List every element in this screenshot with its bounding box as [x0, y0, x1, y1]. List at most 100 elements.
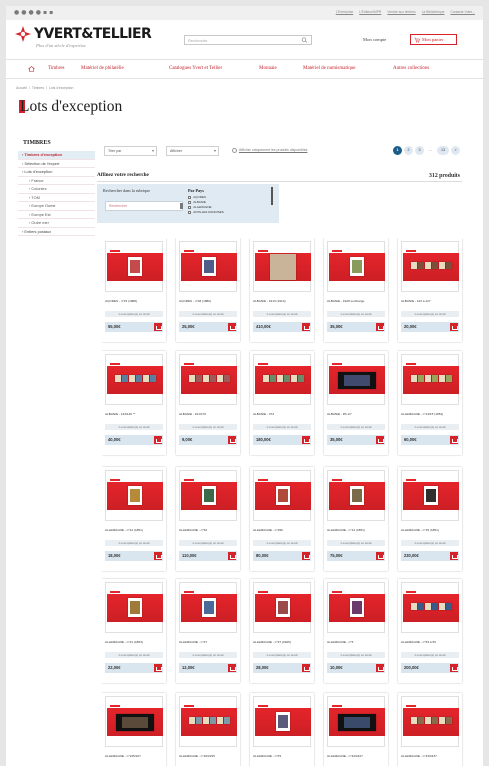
- product-name[interactable]: ALLEMAGNE - n°433/437: [401, 754, 459, 759]
- product-card[interactable]: ALLEMAGNE - n°97 (1905) 1 exemplaire(s) e…: [250, 579, 314, 683]
- product-image[interactable]: [105, 354, 163, 405]
- nav-item-catalogues[interactable]: Catalogues Yvert et Tellier: [169, 65, 222, 73]
- per-page-select[interactable]: Afficher: [166, 146, 219, 156]
- youtube-icon[interactable]: ▪: [43, 9, 47, 17]
- product-image[interactable]: [401, 582, 459, 633]
- product-card[interactable]: ALLEMAGNE - n°15 (1851) 1 exemplaire(s) e…: [398, 467, 462, 571]
- product-name[interactable]: ALBANIE - 161/170: [179, 412, 237, 417]
- search-input[interactable]: [188, 36, 293, 44]
- product-card[interactable]: ALLEMAGNE - n°14 (1851) 1 exemplaire(s) e…: [324, 467, 388, 571]
- product-card[interactable]: ALLEMAGNE - n°14/15 (1851) 1 exemplaire(s…: [398, 351, 462, 455]
- product-card[interactable]: ALLEMAGNE - n°27 1 exemplaire(s) en stock…: [176, 579, 240, 683]
- search-icon[interactable]: [301, 37, 309, 43]
- nav-item-materiel-numismatique[interactable]: Matériel de numismatique: [303, 65, 356, 73]
- pinterest-icon[interactable]: ●: [29, 9, 34, 17]
- nav-item-materiel-philatelie[interactable]: Matériel de philatélie: [81, 65, 124, 73]
- country-option[interactable]: ANTILLES DANOISES: [188, 210, 224, 215]
- add-to-cart-button[interactable]: [228, 323, 236, 331]
- in-stock-label[interactable]: Afficher uniquement les produits disponi…: [239, 148, 307, 153]
- product-card[interactable]: ALLEMAGNE - n°12 (1851) 1 exemplaire(s) e…: [102, 467, 166, 571]
- add-to-cart-button[interactable]: [154, 323, 162, 331]
- product-name[interactable]: AÇORES - n°48 (1880): [179, 299, 237, 304]
- add-to-cart-button[interactable]: [376, 436, 384, 444]
- country-scrollbar[interactable]: [271, 187, 273, 205]
- cart-button[interactable]: Mon panier: [410, 34, 457, 45]
- product-card[interactable]: ALBANIE - 1913 (1913) 1 exemplaire(s) en …: [250, 238, 314, 342]
- product-name[interactable]: ALBANIE - 373: [253, 412, 311, 417]
- product-name[interactable]: ALBANIE - 1928 surcharge: [327, 299, 385, 304]
- product-card[interactable]: ALBANIE - 1928 surcharge 1 exemplaire(s) …: [324, 238, 388, 342]
- product-name[interactable]: ALLEMAGNE - n°97 (1905): [253, 640, 311, 645]
- product-image[interactable]: [179, 582, 237, 633]
- sidebar-item[interactable]: › Europe Ouest: [18, 202, 95, 211]
- add-to-cart-button[interactable]: [302, 323, 310, 331]
- add-to-cart-button[interactable]: [228, 436, 236, 444]
- product-name[interactable]: ALBANIE - PA 1/7: [327, 412, 385, 417]
- product-image[interactable]: [401, 354, 459, 405]
- facebook-icon[interactable]: ●: [14, 9, 19, 17]
- product-image[interactable]: [179, 470, 237, 521]
- product-image[interactable]: [401, 470, 459, 521]
- country-checkbox[interactable]: [188, 205, 192, 210]
- product-image[interactable]: [327, 470, 385, 521]
- product-name[interactable]: ALLEMAGNE - n°12 (1851): [105, 528, 163, 533]
- product-name[interactable]: ALLEMAGNE - n°52: [179, 528, 237, 533]
- breadcrumb-item[interactable]: Timbres: [32, 86, 44, 91]
- product-card[interactable]: ALLEMAGNE - n°290 1 exemplaire(s) en stoc…: [250, 467, 314, 571]
- add-to-cart-button[interactable]: [228, 664, 236, 672]
- page-2[interactable]: 2: [404, 146, 413, 155]
- product-image[interactable]: [327, 354, 385, 405]
- product-name[interactable]: ALLEMAGNE - n°15 (1851): [401, 528, 459, 533]
- product-card[interactable]: ALLEMAGNE - n°423/4271 exemplaire(s) en …: [324, 693, 388, 766]
- product-image[interactable]: [179, 696, 237, 747]
- add-to-cart-button[interactable]: [450, 552, 458, 560]
- sidebar-item[interactable]: › France: [18, 177, 95, 185]
- add-to-cart-button[interactable]: [302, 436, 310, 444]
- product-name[interactable]: ALLEMAGNE - n°21 (1863): [105, 640, 163, 645]
- sidebar-item[interactable]: › Europe Est: [18, 211, 95, 219]
- top-link[interactable]: Vendre aux timbres: [387, 10, 415, 15]
- product-name[interactable]: ALLEMAGNE - n°53 à 56: [401, 640, 459, 645]
- product-card[interactable]: ALLEMAGNE - n°5 1 exemplaire(s) en stock 1…: [324, 579, 388, 683]
- sidebar-item[interactable]: › Sélection de l'expert: [18, 160, 95, 168]
- add-to-cart-button[interactable]: [154, 664, 162, 672]
- add-to-cart-button[interactable]: [450, 436, 458, 444]
- product-image[interactable]: [253, 696, 311, 747]
- product-card[interactable]: ALBANIE - 161/170 1 exemplaire(s) en stoc…: [176, 351, 240, 455]
- product-name[interactable]: ALLEMAGNE - n°14 (1851): [327, 528, 385, 533]
- add-to-cart-button[interactable]: [228, 552, 236, 560]
- product-name[interactable]: ALBANIE - 1913 (1913): [253, 299, 311, 304]
- account-link[interactable]: Mon compte: [363, 37, 386, 43]
- product-card[interactable]: ALLEMAGNE - n°105/1071 exemplaire(s) en …: [102, 693, 166, 766]
- product-image[interactable]: [105, 241, 163, 292]
- sidebar-item[interactable]: › TOM: [18, 194, 95, 202]
- product-image[interactable]: [253, 354, 311, 405]
- refine-search-input[interactable]: Rechercher: [105, 201, 183, 211]
- add-to-cart-button[interactable]: [376, 552, 384, 560]
- nav-item-autres-collections[interactable]: Autres collections: [393, 65, 429, 73]
- product-image[interactable]: [105, 696, 163, 747]
- page-1[interactable]: 1: [393, 146, 402, 155]
- top-link[interactable]: Contacte Votre...: [450, 10, 475, 15]
- add-to-cart-button[interactable]: [302, 664, 310, 672]
- add-to-cart-button[interactable]: [302, 552, 310, 560]
- add-to-cart-button[interactable]: [154, 436, 162, 444]
- product-image[interactable]: [105, 582, 163, 633]
- product-image[interactable]: [327, 582, 385, 633]
- product-image[interactable]: [253, 582, 311, 633]
- add-to-cart-button[interactable]: [450, 323, 458, 331]
- product-image[interactable]: [401, 241, 459, 292]
- add-to-cart-button[interactable]: [154, 552, 162, 560]
- top-link[interactable]: La Bibliothèque: [422, 10, 445, 15]
- in-stock-checkbox[interactable]: [232, 148, 237, 153]
- newsletter-icon[interactable]: ▪: [49, 9, 53, 17]
- page-3[interactable]: 3: [415, 146, 424, 155]
- twitter-icon[interactable]: ●: [21, 9, 26, 17]
- home-icon[interactable]: [28, 66, 35, 72]
- top-link[interactable]: L'Entreprise: [336, 10, 354, 15]
- product-name[interactable]: ALBANIE - 143/146 **: [105, 412, 163, 417]
- sidebar-item[interactable]: › Outre mer: [18, 219, 95, 228]
- sidebar-item[interactable]: › Colonies: [18, 185, 95, 194]
- product-name[interactable]: ALBANIE - 123 à 127: [401, 299, 459, 304]
- sidebar-item[interactable]: › Entiers postaux: [18, 228, 95, 236]
